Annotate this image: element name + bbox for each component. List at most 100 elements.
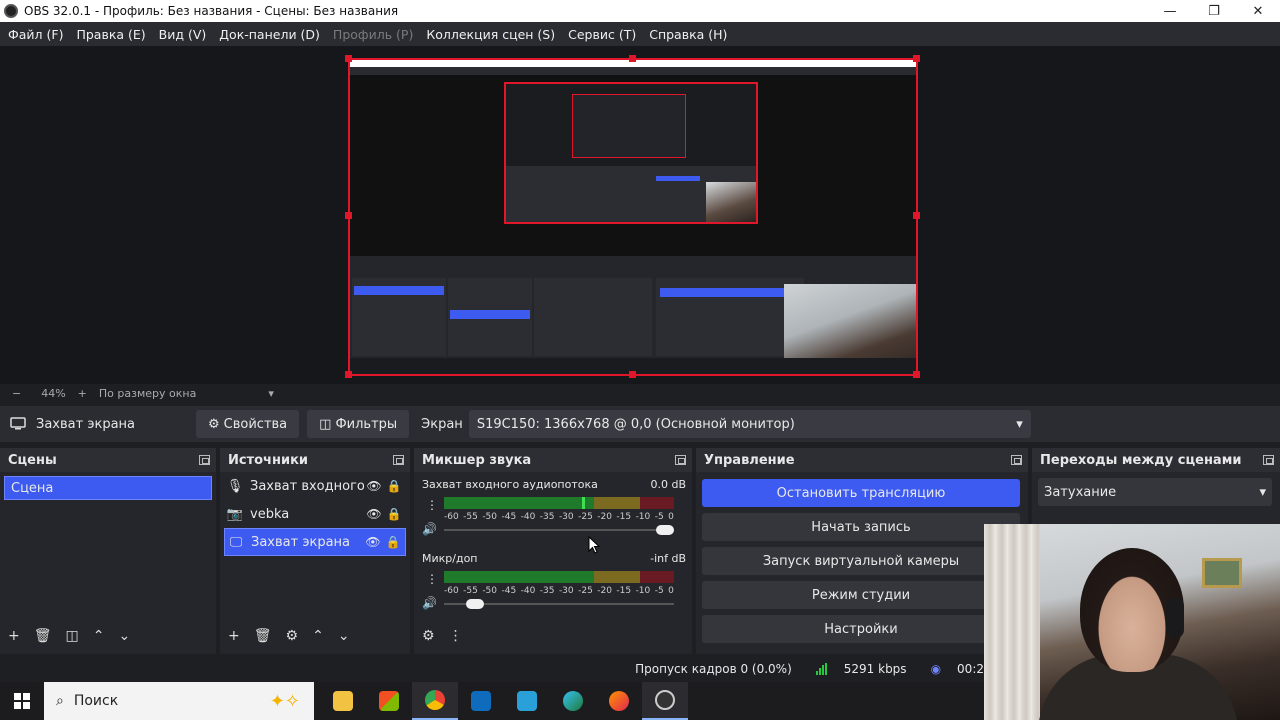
mixer-channel: Захват входного аудиопотока 0.0 dB ⋮ -60… [414,472,692,546]
menu-help[interactable]: Справка (H) [649,27,727,42]
controls-header: Управление [696,448,1028,472]
resize-handle-bl[interactable] [345,371,352,378]
preview-canvas[interactable] [348,58,918,376]
source-row[interactable]: 🎙 Захват входного аудиопотока 👁 🔒 [220,472,410,500]
undock-icon[interactable] [1263,455,1274,465]
sources-header: Источники [220,448,410,472]
source-row[interactable]: 📷 vebka 👁 🔒 [220,500,410,528]
arrow-up-icon[interactable]: ⌃ [93,628,105,644]
stop-streaming-button[interactable]: Остановить трансляцию [702,479,1020,507]
resize-handle-br[interactable] [913,371,920,378]
settings-button[interactable]: Настройки [702,615,1020,643]
more-options-icon[interactable]: ⋮ [426,498,438,512]
scenes-toolbar: + 🗑 ◫ ⌃ ⌄ [0,624,216,648]
minimize-button[interactable]: — [1148,0,1192,22]
eye-icon[interactable]: 👁 [364,479,384,493]
add-icon[interactable]: + [8,628,20,644]
sources-title: Источники [228,452,308,468]
zoom-out-button[interactable]: − [12,387,21,400]
undock-icon[interactable] [675,455,686,465]
nested-mixer [534,278,652,356]
source-row-selected[interactable]: 🖵 Захват экрана 👁 🔒 [224,528,406,556]
more-options-icon[interactable]: ⋮ [449,628,463,644]
resize-handle-t[interactable] [629,55,636,62]
filters-button[interactable]: ◫ Фильтры [307,410,410,438]
filter-icon[interactable]: ◫ [66,628,79,644]
edge-icon[interactable] [550,682,596,720]
windows-logo-icon [14,693,30,709]
menu-file[interactable]: Файл (F) [8,27,63,42]
trash-icon[interactable]: 🗑 [254,628,272,644]
preview-area[interactable] [0,46,1280,384]
maximize-button[interactable]: ❐ [1192,0,1236,22]
speaker-icon[interactable]: 🔊 [422,522,437,536]
eye-icon[interactable]: 👁 [364,507,384,521]
start-recording-button[interactable]: Начать запись [702,513,1020,541]
resize-handle-tr[interactable] [913,55,920,62]
current-source-name: Захват экрана [36,416,135,432]
firefox-icon[interactable] [596,682,642,720]
taskbar-search[interactable]: ⌕ Поиск ✦✧ [44,682,314,720]
chevron-down-icon[interactable]: ▾ [268,387,274,400]
properties-label: Свойства [223,416,288,432]
volume-slider[interactable] [444,524,674,536]
obs-icon[interactable] [642,682,688,720]
arrow-up-icon[interactable]: ⌃ [312,628,324,644]
meter-ticks: -60 -55 -50 -45 -40 -35 -30 -25 -20 -15 -10 -5 0 [444,512,674,522]
search-placeholder: Поиск [73,693,119,709]
volume-knob[interactable] [466,599,484,609]
display-select[interactable]: S19C150: 1366x768 @ 0,0 (Основной монито… [468,410,1031,438]
zoom-in-button[interactable]: + [78,387,87,400]
outlook-icon[interactable] [458,682,504,720]
resize-handle-b[interactable] [629,371,636,378]
volume-knob[interactable] [656,525,674,535]
peak-indicator [582,497,585,509]
chrome-icon[interactable] [412,682,458,720]
channel-name: Захват входного аудиопотока [422,478,598,491]
filters-label: Фильтры [335,416,398,432]
trash-icon[interactable]: 🗑 [34,628,52,644]
news-icon[interactable] [504,682,550,720]
undock-icon[interactable] [199,455,210,465]
lock-icon[interactable]: 🔒 [384,507,404,521]
nested-webcam [706,182,756,222]
undock-icon[interactable] [393,455,404,465]
menu-docks[interactable]: Док-панели (D) [219,27,320,42]
close-button[interactable]: ✕ [1236,0,1280,22]
resize-handle-l[interactable] [345,212,352,219]
obs-logo-icon [4,4,18,18]
lock-icon[interactable]: 🔒 [383,535,403,549]
gear-icon[interactable]: ⚙ [286,628,299,644]
volume-slider[interactable] [444,598,674,610]
channel-name: Микр/доп [422,552,478,565]
webcam-overlay [984,524,1280,720]
more-options-icon[interactable]: ⋮ [426,572,438,586]
advanced-audio-icon[interactable]: ⚙ [422,628,435,644]
start-virtual-camera-button[interactable]: Запуск виртуальной камеры [702,547,1020,575]
scene-item-label: Сцена [11,480,54,496]
lock-icon[interactable]: 🔒 [384,479,404,493]
resize-handle-r[interactable] [913,212,920,219]
menu-scene-collection[interactable]: Коллекция сцен (S) [426,27,555,42]
menu-edit[interactable]: Правка (E) [76,27,145,42]
undock-icon[interactable] [1011,455,1022,465]
zoom-mode-select[interactable]: По размеру окна [99,387,196,400]
stream-time: ◉ 00:2 [919,662,984,676]
filter-icon: ◫ [319,416,332,432]
properties-button[interactable]: ⚙ Свойства [196,410,300,438]
menu-tools[interactable]: Сервис (T) [568,27,636,42]
studio-mode-button[interactable]: Режим студии [702,581,1020,609]
arrow-down-icon[interactable]: ⌄ [338,628,350,644]
add-icon[interactable]: + [228,628,240,644]
eye-icon[interactable]: 👁 [363,535,383,549]
store-icon[interactable] [366,682,412,720]
transition-select[interactable]: Затухание ▾ [1038,478,1272,506]
file-explorer-icon[interactable] [320,682,366,720]
speaker-icon[interactable]: 🔊 [422,596,437,610]
scene-item[interactable]: Сцена [4,476,212,500]
resize-handle-tl[interactable] [345,55,352,62]
start-button[interactable] [0,682,44,720]
nested-stop-button [660,288,800,297]
menu-view[interactable]: Вид (V) [159,27,207,42]
arrow-down-icon[interactable]: ⌄ [118,628,130,644]
